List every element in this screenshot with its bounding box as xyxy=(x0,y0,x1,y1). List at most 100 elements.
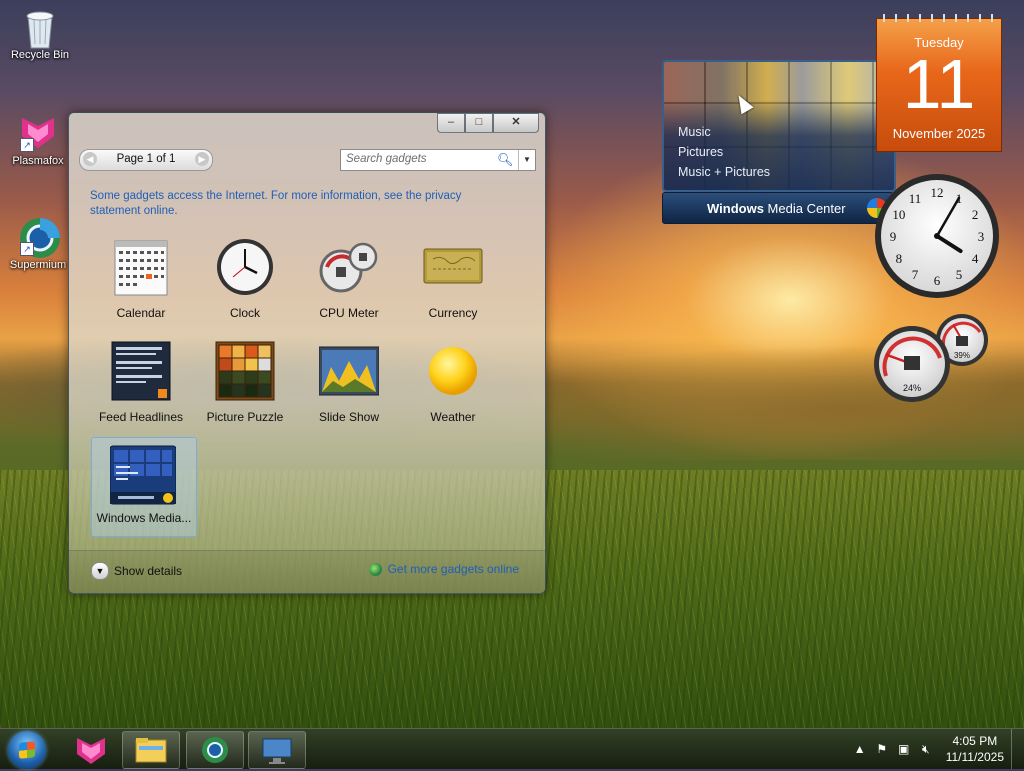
calendar-gadget[interactable]: Tuesday 11 November 2025 xyxy=(876,14,1002,152)
folder-icon xyxy=(135,738,167,763)
network-icon[interactable]: ▣ xyxy=(896,741,912,757)
weather-gadget-icon xyxy=(423,341,483,401)
plasmafox-icon: ↗ xyxy=(18,112,58,152)
gadget-tile-windows-media-center[interactable]: Windows Media... xyxy=(91,437,197,537)
search-placeholder: Search gadgets xyxy=(346,153,427,165)
calendar-rings xyxy=(877,14,1001,22)
search-dropdown-icon[interactable]: ▼ xyxy=(518,150,535,170)
supermium-icon: ↗ xyxy=(18,216,60,258)
taskbar-date: 11/11/2025 xyxy=(945,750,1004,764)
taskbar-supermium[interactable] xyxy=(186,731,244,769)
start-button[interactable] xyxy=(8,731,46,769)
gadget-gallery-window: – □ ✕ ◀ Page 1 of 1 ▶ Search gadgets 🔍︎ … xyxy=(68,112,546,594)
globe-icon xyxy=(368,562,382,576)
gadget-label: Currency xyxy=(428,306,478,320)
gadget-tile-calendar[interactable]: Calendar xyxy=(89,233,193,331)
media-menu-item-music[interactable]: Music xyxy=(678,122,770,142)
get-more-gadgets-link[interactable]: Get more gadgets online xyxy=(368,562,519,576)
cpu-percent-label: 24% xyxy=(903,383,921,393)
system-tray: ▲ ⚑ ▣ 🔇︎ 4:05 PM 11/11/2025 xyxy=(852,729,1004,769)
gallery-footer: ▼ Show details Get more gadgets online xyxy=(69,550,545,593)
search-gadgets-input[interactable]: Search gadgets 🔍︎ ▼ xyxy=(340,149,536,171)
desktop-icon-label: Recycle Bin xyxy=(10,49,70,61)
get-more-label: Get more gadgets online xyxy=(387,562,519,576)
media-menu-item-pictures[interactable]: Pictures xyxy=(678,142,770,162)
slide-show-gadget-icon xyxy=(318,341,380,401)
clock-gadget[interactable]: 121234567891011 xyxy=(873,172,1001,300)
media-center-menu: Music Pictures Music + Pictures xyxy=(678,122,770,182)
privacy-info-link[interactable]: Some gadgets access the Internet. For mo… xyxy=(90,189,510,219)
clock-numeral: 10 xyxy=(892,207,905,222)
cpu-meter-gadget[interactable]: 39% 24% xyxy=(870,312,998,404)
gadget-label: CPU Meter xyxy=(319,306,379,320)
desktop-icon-plasmafox[interactable]: ↗ Plasmafox xyxy=(2,112,74,167)
clock-face: 121234567891011 xyxy=(875,174,999,298)
calendar-gadget-icon xyxy=(111,237,171,297)
show-desktop-button[interactable] xyxy=(1011,729,1024,769)
gadget-label: Feed Headlines xyxy=(98,410,184,424)
taskbar-remote-desktop[interactable] xyxy=(248,731,306,769)
gadget-label: Clock xyxy=(229,306,260,320)
feed-headlines-gadget-icon xyxy=(111,341,171,401)
show-hidden-icons-icon[interactable]: ▲ xyxy=(852,741,868,757)
clock-numeral: 12 xyxy=(931,185,944,200)
close-button[interactable]: ✕ xyxy=(493,113,539,133)
clock-numeral: 3 xyxy=(978,229,985,244)
calendar-day-number: 11 xyxy=(902,45,976,123)
clock-numeral: 11 xyxy=(909,191,922,206)
next-page-icon[interactable]: ▶ xyxy=(195,152,209,166)
media-center-title-rest: Media Center xyxy=(763,201,846,216)
shortcut-arrow-icon: ↗ xyxy=(20,138,34,152)
supermium-icon xyxy=(202,737,228,763)
gadget-tile-currency[interactable]: Currency xyxy=(401,233,505,331)
clock-gadget-icon xyxy=(215,237,275,297)
memory-percent-label: 39% xyxy=(954,351,970,360)
media-center-title-bar[interactable]: Windows Media Center xyxy=(662,192,894,224)
maximize-button[interactable]: □ xyxy=(465,113,493,133)
taskbar-clock[interactable]: 4:05 PM 11/11/2025 xyxy=(946,733,1004,765)
volume-muted-icon[interactable]: 🔇︎ xyxy=(918,741,934,757)
gadget-tile-clock[interactable]: Clock xyxy=(193,233,297,331)
search-icon[interactable]: 🔍︎ xyxy=(497,152,514,168)
gadget-tile-cpu-meter[interactable]: CPU Meter xyxy=(297,233,401,331)
gadget-label: Picture Puzzle xyxy=(206,410,284,424)
recycle-bin-icon xyxy=(20,6,60,49)
taskbar-plasmafox[interactable] xyxy=(62,731,120,769)
clock-numeral: 2 xyxy=(972,207,979,222)
desktop-icon-label: Supermium xyxy=(9,259,67,271)
clock-numeral: 4 xyxy=(972,251,979,266)
gadget-tile-feed-headlines[interactable]: Feed Headlines xyxy=(89,337,193,435)
chevron-down-icon: ▼ xyxy=(91,562,109,580)
clock-numeral: 8 xyxy=(896,251,903,266)
taskbar-windows-explorer[interactable] xyxy=(122,731,180,769)
gadget-tile-picture-puzzle[interactable]: Picture Puzzle xyxy=(193,337,297,435)
page-navigator: ◀ Page 1 of 1 ▶ xyxy=(79,149,213,171)
gadget-label: Calendar xyxy=(116,306,166,320)
clock-numeral: 6 xyxy=(934,273,941,288)
shortcut-arrow-icon: ↗ xyxy=(20,242,34,256)
desktop-icon-supermium[interactable]: ↗ Supermium xyxy=(2,216,74,271)
show-details-label: Show details xyxy=(114,564,183,578)
cpu-meter-gadget-icon xyxy=(319,237,379,297)
desktop-icon-recycle-bin[interactable]: Recycle Bin xyxy=(4,6,76,61)
clock-numeral: 9 xyxy=(890,229,897,244)
gadget-tile-weather[interactable]: Weather xyxy=(401,337,505,435)
gadget-tile-slide-show[interactable]: Slide Show xyxy=(297,337,401,435)
currency-gadget-icon xyxy=(423,237,483,297)
gadget-label: Slide Show xyxy=(318,410,380,424)
taskbar: ▲ ⚑ ▣ 🔇︎ 4:05 PM 11/11/2025 xyxy=(0,728,1024,769)
media-center-gadget[interactable]: Music Pictures Music + Pictures xyxy=(662,60,896,192)
action-center-icon[interactable]: ⚑ xyxy=(874,741,890,757)
window-controls: – □ ✕ xyxy=(437,113,539,133)
page-indicator: Page 1 of 1 xyxy=(116,153,176,165)
gadget-label: Weather xyxy=(430,410,476,424)
media-menu-item-music-pictures[interactable]: Music + Pictures xyxy=(678,162,770,182)
media-center-title-bold: Windows xyxy=(707,201,764,216)
taskbar-time: 4:05 PM xyxy=(952,734,998,748)
windows-media-center-gadget-icon xyxy=(109,442,177,505)
clock-numeral: 5 xyxy=(956,267,963,282)
minimize-button[interactable]: – xyxy=(437,113,465,133)
show-details-toggle[interactable]: ▼ Show details xyxy=(91,562,182,580)
monitor-icon xyxy=(262,738,292,764)
clock-numeral: 7 xyxy=(912,267,919,282)
